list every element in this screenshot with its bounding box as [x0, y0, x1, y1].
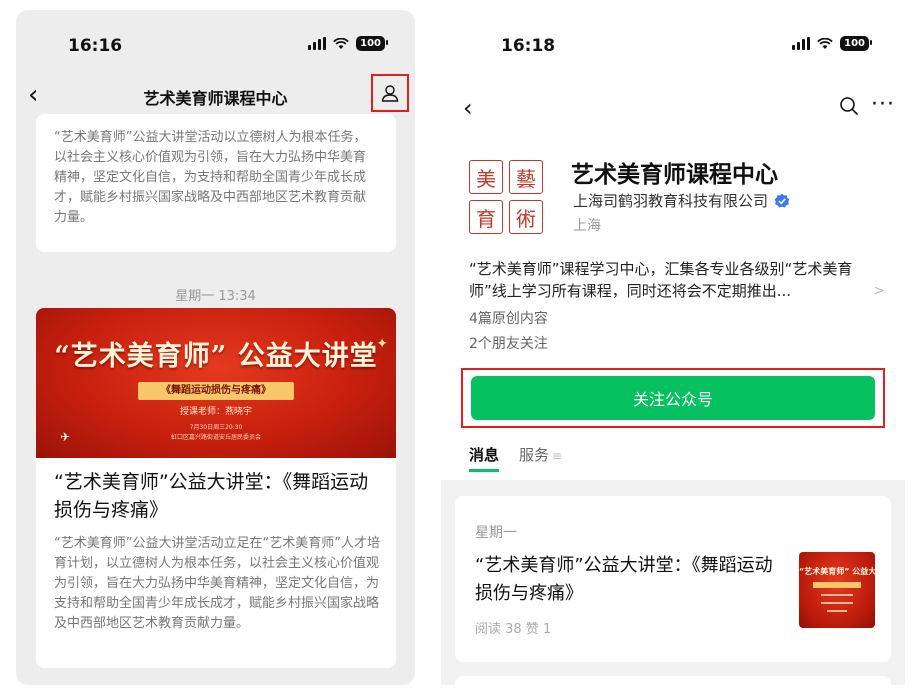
message-thumbnail: “艺术美育师” 公益大: [799, 552, 875, 628]
signal-icon: [308, 37, 327, 50]
article-title: “艺术美育师”公益大讲堂：《舞蹈运动损伤与疼痛》: [54, 471, 369, 521]
nav-bar: ‹ 艺术美育师课程中心: [16, 74, 415, 118]
message-card[interactable]: [455, 676, 891, 685]
status-icons: 100: [308, 36, 388, 51]
page-title: 艺术美育师课程中心: [143, 89, 288, 108]
article-summary: “艺术美育师”公益大讲堂活动立足在“艺术美育师”人才培育计划，以立德树人为根本任…: [54, 536, 380, 631]
wifi-icon: [333, 37, 349, 49]
original-articles-count[interactable]: 4篇原创内容: [469, 308, 548, 328]
battery-icon: 100: [356, 36, 388, 51]
bird-icon: ✈: [60, 430, 71, 444]
thumbnail-subtitle-bar: [813, 582, 861, 588]
right-screen: 16:18 100 ‹ ··· 美 藝 育 術 艺术美育师课程中心 上海司鹤羽教…: [441, 10, 905, 685]
message-stats: 阅读 38 赞 1: [475, 622, 552, 637]
status-time: 16:16: [68, 36, 123, 56]
message-title: “艺术美育师”公益大讲堂：《舞蹈运动损伤与疼痛》: [475, 555, 773, 604]
banner-subtitle: 《舞蹈运动损伤与疼痛》: [138, 382, 294, 400]
article-summary: “艺术美育师”公益大讲堂活动以立德树人为根本任务，以社会主义核心价值观为引领，旨…: [54, 130, 367, 225]
follow-button[interactable]: 关注公众号: [471, 376, 875, 420]
thumbnail-text-line: [821, 594, 853, 596]
banner-place: 虹口区嘉兴路街道安丘居民委员会: [170, 434, 261, 441]
person-icon: [381, 85, 399, 102]
back-icon[interactable]: ‹: [463, 96, 473, 120]
message-timestamp: 星期一 13:34: [175, 289, 256, 304]
message-card[interactable]: 星期一 “艺术美育师”公益大讲堂：《舞蹈运动损伤与疼痛》 阅读 38 赞 1 “…: [455, 496, 891, 662]
company-name: 上海司鹤羽教育科技有限公司: [573, 192, 769, 210]
verified-icon: [774, 193, 790, 207]
friends-following-count[interactable]: 2个朋友关注: [469, 333, 548, 353]
tab-services[interactable]: 服务 ≡: [519, 444, 562, 472]
logo-char: 育: [469, 200, 503, 234]
highlight-frame: 关注公众号: [461, 368, 885, 428]
signal-icon: [792, 37, 811, 50]
message-day: 星期一: [475, 525, 517, 541]
search-icon[interactable]: [839, 96, 859, 116]
menu-icon: ≡: [552, 449, 563, 463]
tab-bar: 消息 服务 ≡: [469, 444, 562, 472]
article-card[interactable]: “艺术美育师” 公益大讲堂 ✦ 《舞蹈运动损伤与疼痛》 授课老师：燕晓宇 7月3…: [36, 308, 396, 668]
banner-date: 7月30日周三20:30: [189, 424, 243, 431]
thumbnail-text-line: [827, 610, 847, 612]
article-card[interactable]: “艺术美育师”公益大讲堂活动以立德树人为根本任务，以社会主义核心价值观为引领，旨…: [36, 114, 396, 252]
battery-icon: 100: [840, 36, 872, 51]
decoration-icon: ✦: [376, 336, 388, 352]
account-company[interactable]: 上海司鹤羽教育科技有限公司: [573, 190, 790, 211]
thumbnail-text-line: [821, 602, 853, 604]
account-description[interactable]: “艺术美育师”课程学习中心，汇集各专业各级别“艺术美育师”线上学习所有课程，同时…: [469, 258, 871, 302]
logo-char: 美: [469, 160, 503, 194]
status-bar: 16:18 100: [441, 10, 905, 70]
tab-services-label: 服务: [519, 446, 550, 464]
logo-char: 藝: [509, 160, 543, 194]
account-logo: 美 藝 育 術: [469, 160, 545, 236]
more-icon[interactable]: ···: [871, 94, 895, 116]
left-screen: 16:16 100 ‹ 艺术美育师课程中心 “艺术美育师”公益大讲堂活动以立德树…: [16, 10, 415, 685]
thumbnail-title: “艺术美育师” 公益大: [799, 567, 875, 576]
banner-teacher: 授课老师：燕晓宇: [179, 407, 252, 417]
account-name: 艺术美育师课程中心: [571, 162, 778, 188]
status-bar: 16:16 100: [16, 10, 415, 70]
banner-title: “艺术美育师” 公益大讲堂: [54, 341, 378, 372]
status-time: 16:18: [501, 36, 556, 56]
logo-char: 術: [509, 200, 543, 234]
profile-button[interactable]: [371, 74, 409, 112]
tab-messages[interactable]: 消息: [469, 444, 500, 472]
wifi-icon: [817, 37, 833, 49]
account-location: 上海: [573, 218, 601, 234]
chevron-right-icon[interactable]: >: [873, 283, 885, 299]
status-icons: 100: [792, 36, 872, 51]
article-cover-image: “艺术美育师” 公益大讲堂 ✦ 《舞蹈运动损伤与疼痛》 授课老师：燕晓宇 7月3…: [36, 308, 396, 458]
